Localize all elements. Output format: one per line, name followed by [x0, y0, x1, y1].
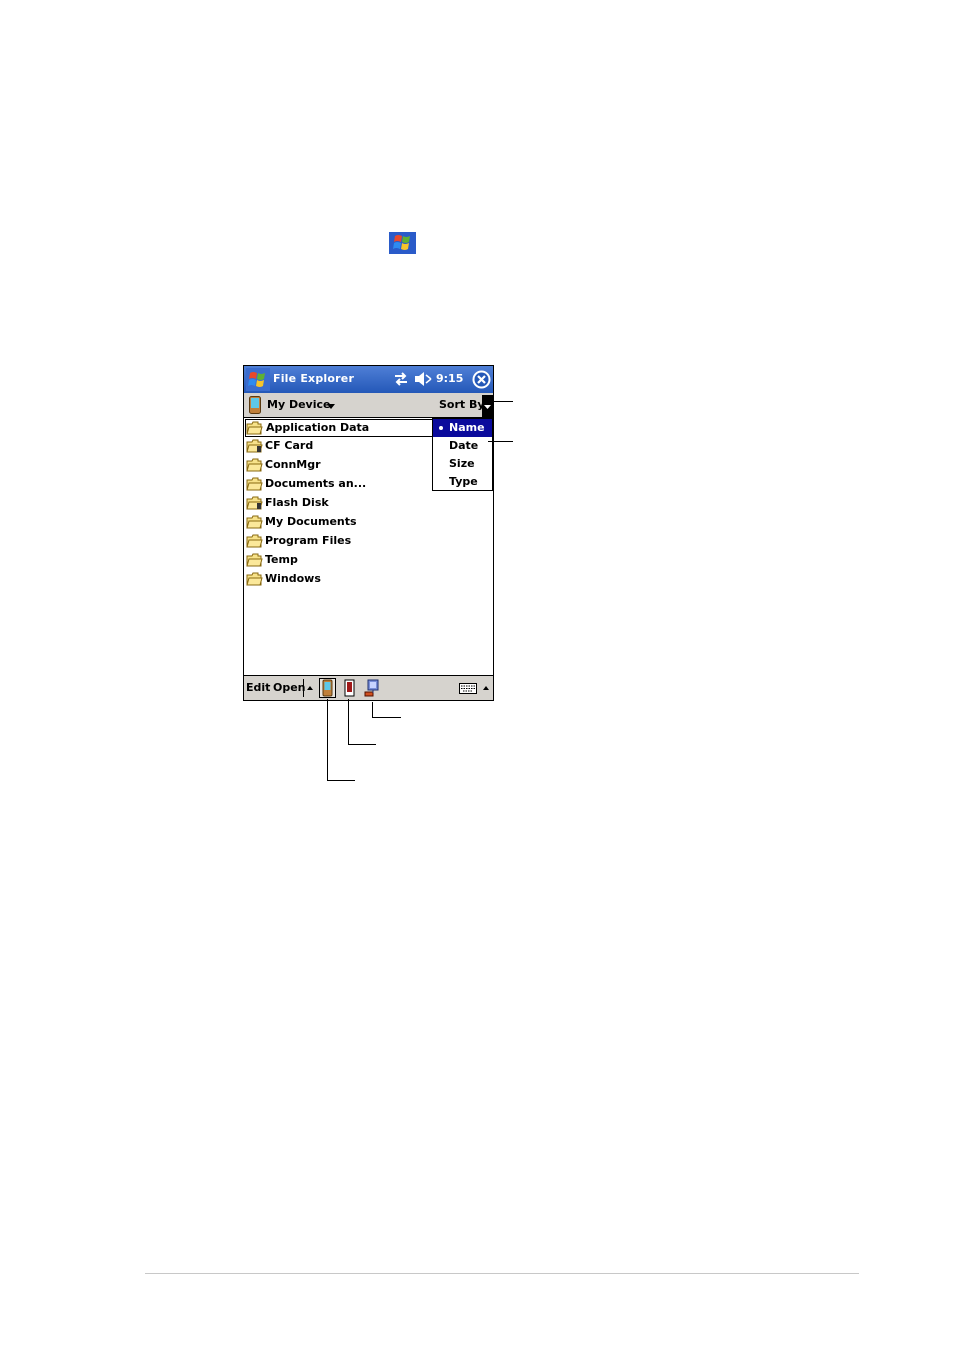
- file-name: Windows: [265, 572, 321, 585]
- edit-menu[interactable]: Edit: [246, 681, 270, 694]
- file-name: Temp: [265, 553, 298, 566]
- location-dropdown[interactable]: My Device: [267, 398, 330, 411]
- folder-icon: [246, 421, 263, 435]
- file-name: Documents an...: [265, 477, 367, 490]
- storage-card-icon: [344, 679, 355, 697]
- title-bar: File Explorer 9:15: [244, 366, 493, 393]
- sort-menu: Name Date Size Type: [432, 418, 493, 491]
- chevron-up-icon[interactable]: [307, 686, 313, 690]
- command-bar: Edit Open: [244, 675, 493, 700]
- callout-line: [327, 699, 328, 781]
- list-item[interactable]: My Documents: [245, 513, 492, 531]
- my-device-button[interactable]: [319, 678, 336, 698]
- file-name: Application Data: [266, 421, 370, 434]
- sort-by-label[interactable]: Sort By: [439, 398, 485, 411]
- chevron-down-icon[interactable]: [327, 404, 335, 409]
- pda-device-icon: [249, 396, 261, 414]
- chevron-up-icon[interactable]: [483, 686, 489, 690]
- file-name: Flash Disk: [265, 496, 329, 509]
- sort-option-date[interactable]: Date: [433, 437, 492, 455]
- speaker-muted-icon[interactable]: [414, 371, 432, 387]
- folder-icon: [246, 477, 263, 491]
- chevron-down-icon: [484, 405, 491, 409]
- storage-card-button[interactable]: [341, 678, 358, 698]
- connectivity-icon[interactable]: [393, 372, 409, 386]
- open-menu[interactable]: Open: [273, 681, 306, 694]
- radio-dot-icon: [439, 426, 443, 430]
- sort-option-type[interactable]: Type: [433, 473, 492, 491]
- callout-line: [348, 699, 349, 745]
- list-item[interactable]: Application Data: [245, 419, 433, 437]
- pda-device-icon: [322, 679, 333, 697]
- start-menu-icon[interactable]: [246, 368, 270, 391]
- close-icon[interactable]: [472, 370, 491, 389]
- file-name: My Documents: [265, 515, 357, 528]
- window-title: File Explorer: [273, 372, 355, 385]
- location-bar: My Device Sort By: [244, 393, 493, 418]
- network-button[interactable]: [363, 678, 380, 698]
- file-name: ConnMgr: [265, 458, 321, 471]
- sort-option-name[interactable]: Name: [433, 419, 492, 437]
- windows-start-icon: [389, 232, 416, 254]
- sort-option-size[interactable]: Size: [433, 455, 492, 473]
- list-item[interactable]: Flash Disk: [245, 494, 492, 512]
- pocket-pc-screen: File Explorer 9:15 My Device Sort By App…: [243, 365, 494, 701]
- callout-line: [327, 780, 355, 781]
- file-name: Program Files: [265, 534, 352, 547]
- storage-card-folder-icon: [246, 496, 263, 510]
- folder-icon: [246, 572, 263, 586]
- network-computer-icon: [364, 679, 379, 697]
- footer-divider: [145, 1273, 859, 1274]
- folder-icon: [246, 534, 263, 548]
- callout-line: [372, 717, 401, 718]
- callout-line: [348, 744, 376, 745]
- callout-line: [488, 441, 513, 442]
- keyboard-icon[interactable]: [459, 683, 477, 694]
- list-item[interactable]: Windows: [245, 570, 492, 588]
- divider: [303, 679, 304, 697]
- list-item[interactable]: Temp: [245, 551, 492, 569]
- file-name: CF Card: [265, 439, 314, 452]
- callout-line: [372, 702, 373, 718]
- callout-line: [488, 401, 513, 402]
- folder-icon: [246, 458, 263, 472]
- list-item[interactable]: Program Files: [245, 532, 492, 550]
- folder-icon: [246, 553, 263, 567]
- sort-by-dropdown-button[interactable]: [482, 395, 493, 417]
- clock[interactable]: 9:15: [436, 372, 463, 385]
- folder-icon: [246, 515, 263, 529]
- storage-card-folder-icon: [246, 439, 263, 453]
